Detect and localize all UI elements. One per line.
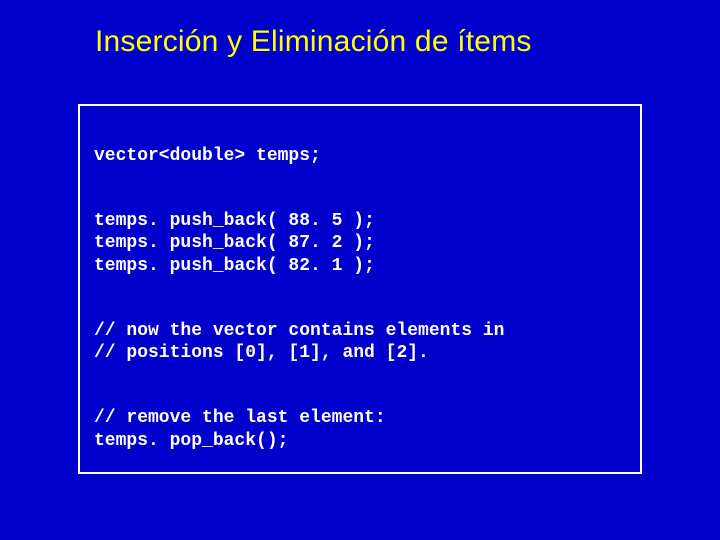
code-line: // now the vector contains elements in [94, 321, 504, 341]
code-line: // remove the last element: [94, 408, 386, 428]
code-line: temps. pop_back(); [94, 431, 288, 451]
code-line: // positions [0], [1], and [2]. [94, 343, 429, 363]
code-push-block: temps. push_back( 88. 5 ); temps. push_b… [94, 210, 626, 278]
slide: Inserción y Eliminación de ítems vector<… [0, 0, 720, 540]
code-line: temps. push_back( 87. 2 ); [94, 233, 375, 253]
code-remove-block: // remove the last element: temps. pop_b… [94, 407, 626, 452]
code-declaration: vector<double> temps; [94, 145, 626, 168]
code-line: temps. push_back( 88. 5 ); [94, 211, 375, 231]
code-comment-block: // now the vector contains elements in /… [94, 320, 626, 365]
code-box: vector<double> temps; temps. push_back( … [78, 104, 642, 474]
code-line: temps. push_back( 82. 1 ); [94, 256, 375, 276]
slide-title: Inserción y Eliminación de ítems [0, 0, 720, 59]
